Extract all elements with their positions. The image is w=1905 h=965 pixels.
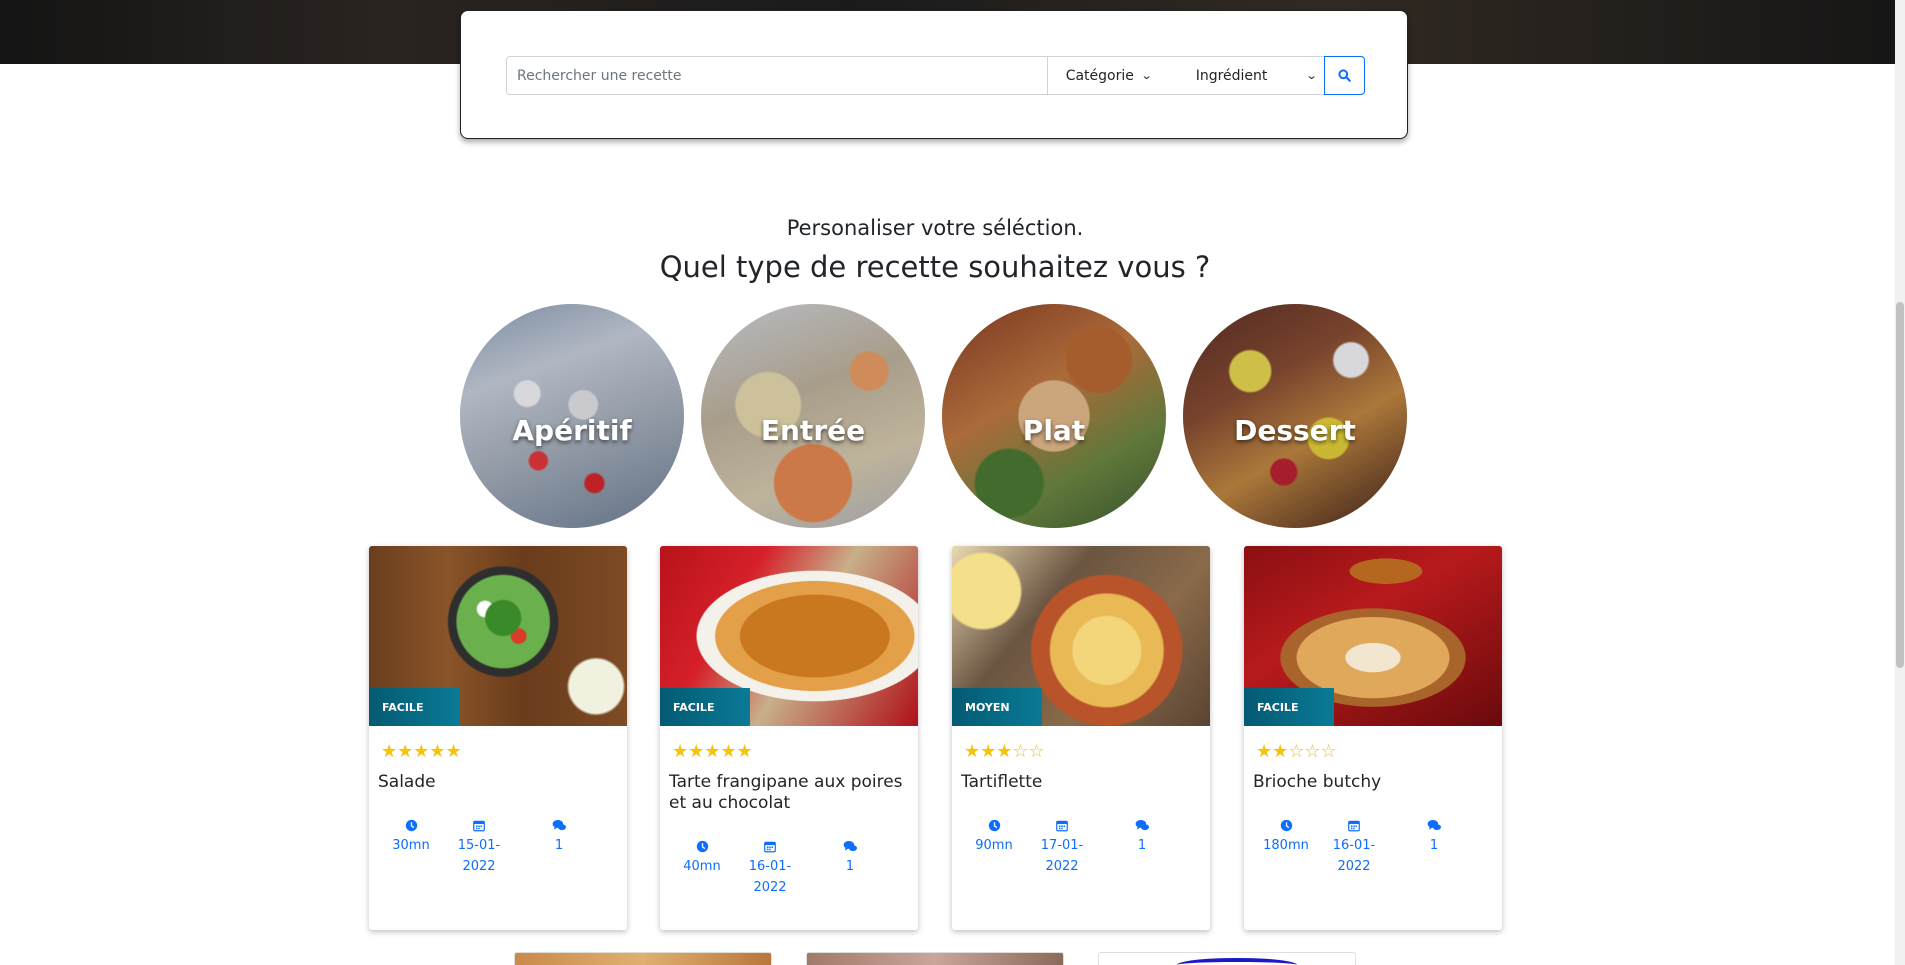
category-label: Apéritif [512, 414, 632, 447]
recipe-image: FACILE [660, 546, 918, 726]
recipe-comments: 1 [835, 839, 865, 877]
clock-icon [682, 839, 722, 856]
recipe-title: Brioche butchy [1253, 772, 1382, 792]
clock-icon [974, 818, 1014, 835]
difficulty-badge: FACILE [1244, 688, 1334, 726]
recipe-card[interactable]: MOYEN ★★★☆☆ Tartiflette 90mn 17-01-2022 … [952, 546, 1210, 930]
comments-icon [1127, 818, 1157, 835]
recipe-comments: 1 [544, 818, 574, 856]
comments-value: 1 [1137, 838, 1147, 853]
clock-icon [391, 818, 431, 835]
recipe-date: 15-01-2022 [455, 818, 503, 877]
search-icon [1338, 69, 1351, 82]
section-heading: Quel type de recette souhaitez vous ? [659, 250, 1211, 284]
category-aperitif[interactable]: Apéritif [460, 304, 684, 528]
search-button[interactable] [1324, 56, 1365, 95]
page-scrollbar[interactable] [1895, 0, 1905, 965]
calendar-icon [746, 839, 794, 856]
comments-value: 1 [845, 859, 855, 874]
recipe-image: MOYEN [952, 546, 1210, 726]
rating-stars: ★★★★★ [381, 741, 462, 762]
recipe-date: 17-01-2022 [1038, 818, 1086, 877]
calendar-icon [1330, 818, 1378, 835]
recipe-time: 40mn [682, 839, 722, 877]
search-input[interactable] [507, 57, 1048, 94]
recipe-date: 16-01-2022 [746, 839, 794, 898]
date-value: 16-01-2022 [748, 859, 792, 895]
recipe-title: Salade [378, 772, 436, 792]
category-entree[interactable]: Entrée [701, 304, 925, 528]
category-dessert[interactable]: Dessert [1183, 304, 1407, 528]
recipe-card-partial[interactable] [1098, 952, 1356, 965]
rating-stars: ★★★★★ [672, 741, 753, 762]
difficulty-badge: FACILE [369, 688, 459, 726]
category-label: Plat [1022, 414, 1086, 447]
difficulty-badge: FACILE [660, 688, 750, 726]
time-value: 90mn [975, 838, 1013, 853]
calendar-icon [1038, 818, 1086, 835]
difficulty-badge: MOYEN [952, 688, 1042, 726]
ingredient-select[interactable]: Ingrédient ⌄ [1158, 57, 1324, 94]
recipe-comments: 1 [1127, 818, 1157, 856]
date-value: 15-01-2022 [457, 838, 501, 874]
recipe-date: 16-01-2022 [1330, 818, 1378, 877]
chevron-down-icon: ⌄ [1140, 69, 1153, 82]
category-select-label: Catégorie [1065, 67, 1134, 84]
rating-stars: ★★★☆☆ [964, 741, 1045, 762]
rating-stars: ★★☆☆☆ [1256, 741, 1337, 762]
recipe-time: 90mn [974, 818, 1014, 856]
date-value: 16-01-2022 [1332, 838, 1376, 874]
time-value: 30mn [392, 838, 430, 853]
search-bar: Catégorie ⌄ Ingrédient ⌄ [506, 56, 1365, 95]
time-value: 40mn [683, 859, 721, 874]
comments-icon [544, 818, 574, 835]
chevron-down-icon: ⌄ [1305, 69, 1318, 82]
clock-icon [1261, 818, 1311, 835]
scrollbar-thumb[interactable] [1896, 302, 1904, 668]
comments-icon [1419, 818, 1449, 835]
recipe-card[interactable]: FACILE ★★★★★ Tarte frangipane aux poires… [660, 546, 918, 930]
comments-value: 1 [554, 838, 564, 853]
recipe-card[interactable]: FACILE ★★★★★ Salade 30mn 15-01-2022 1 [369, 546, 627, 930]
time-value: 180mn [1263, 838, 1309, 853]
ingredient-select-label: Ingrédient [1195, 67, 1268, 84]
category-select[interactable]: Catégorie ⌄ [1048, 57, 1158, 94]
recipe-card[interactable]: FACILE ★★☆☆☆ Brioche butchy 180mn 16-01-… [1244, 546, 1502, 930]
calendar-icon [455, 818, 503, 835]
section-subtitle: Personaliser votre séléction. [786, 216, 1084, 240]
recipe-comments: 1 [1419, 818, 1449, 856]
recipe-image: FACILE [1244, 546, 1502, 726]
recipe-time: 180mn [1261, 818, 1311, 856]
comments-icon [835, 839, 865, 856]
search-panel: Catégorie ⌄ Ingrédient ⌄ [460, 10, 1408, 139]
logo-fragment [1177, 958, 1297, 965]
recipe-card-partial[interactable] [514, 952, 772, 965]
recipe-title: Tarte frangipane aux poires et au chocol… [669, 772, 903, 813]
comments-value: 1 [1429, 838, 1439, 853]
category-label: Entrée [760, 414, 866, 447]
recipe-card-partial[interactable] [806, 952, 1064, 965]
recipe-time: 30mn [391, 818, 431, 856]
recipe-title: Tartiflette [961, 772, 1043, 792]
date-value: 17-01-2022 [1040, 838, 1084, 874]
category-plat[interactable]: Plat [942, 304, 1166, 528]
recipe-image: FACILE [369, 546, 627, 726]
category-label: Dessert [1234, 414, 1356, 447]
